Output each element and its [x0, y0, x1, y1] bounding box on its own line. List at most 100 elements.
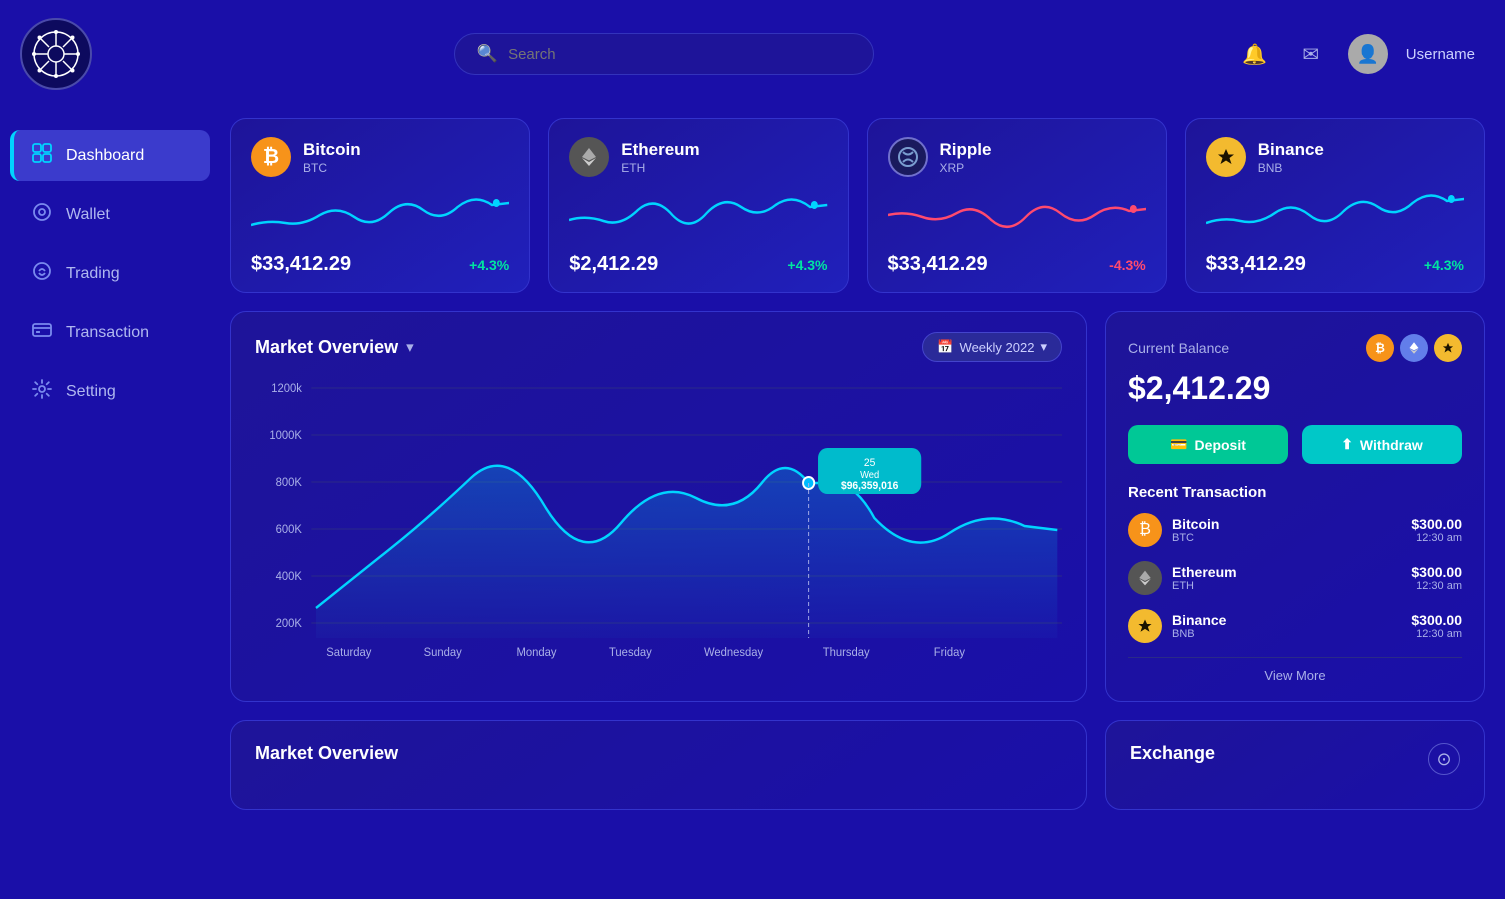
- bottom-row: Market Overview ▾ 📅 Weekly 2022 ▾: [230, 311, 1485, 702]
- eth-chart: [569, 185, 827, 245]
- withdraw-icon: ⬆: [1341, 436, 1353, 453]
- dashboard-icon: [32, 143, 52, 168]
- svg-text:600K: 600K: [276, 523, 303, 536]
- eth-name: Ethereum: [621, 140, 699, 160]
- market-overview-card: Market Overview ▾ 📅 Weekly 2022 ▾: [230, 311, 1087, 702]
- bottom-section: Market Overview Exchange ⊙: [230, 720, 1485, 810]
- sidebar-item-transaction[interactable]: Transaction: [10, 307, 210, 358]
- deposit-button[interactable]: 💳 Deposit: [1128, 425, 1288, 464]
- wallet-icon: [32, 202, 52, 227]
- bnb-change: +4.3%: [1424, 257, 1464, 273]
- eth-logo: [569, 137, 609, 177]
- balance-actions: 💳 Deposit ⬆ Withdraw: [1128, 425, 1462, 464]
- sidebar-transaction-label: Transaction: [66, 324, 149, 342]
- sidebar-item-wallet[interactable]: Wallet: [10, 189, 210, 240]
- deposit-icon: 💳: [1170, 436, 1187, 453]
- chart-area: 1200k 1000K 800K 600K 400K 200K: [255, 378, 1062, 668]
- avatar[interactable]: 👤: [1348, 34, 1388, 74]
- search-icon: 🔍: [477, 44, 498, 64]
- header: 🔍 🔔 ✉ 👤 Username: [0, 0, 1505, 108]
- xrp-logo: [888, 137, 928, 177]
- btc-price: $33,412.29: [251, 253, 351, 276]
- tx-btc-name: Bitcoin: [1172, 516, 1219, 532]
- bnb-name: Binance: [1258, 140, 1324, 160]
- crypto-card-xrp[interactable]: Ripple XRP $33,412.29 -4.3%: [867, 118, 1167, 293]
- svg-text:Wednesday: Wednesday: [704, 646, 763, 659]
- balance-header: Current Balance ₿: [1128, 334, 1462, 362]
- notification-icon[interactable]: 🔔: [1236, 35, 1274, 73]
- tx-eth-name: Ethereum: [1172, 564, 1237, 580]
- period-selector[interactable]: 📅 Weekly 2022 ▾: [922, 332, 1062, 362]
- main-layout: Dashboard Wallet Trading: [0, 108, 1505, 830]
- bnb-symbol: BNB: [1258, 161, 1324, 175]
- svg-text:Saturday: Saturday: [326, 646, 371, 659]
- tx-item-eth[interactable]: Ethereum ETH $300.00 12:30 am: [1128, 561, 1462, 595]
- svg-text:Thursday: Thursday: [823, 646, 870, 659]
- bnb-balance-icon: [1434, 334, 1462, 362]
- tx-eth-symbol: ETH: [1172, 580, 1237, 592]
- calendar-icon: 📅: [937, 339, 953, 355]
- svg-text:25: 25: [864, 457, 876, 469]
- svg-text:Tuesday: Tuesday: [609, 646, 652, 659]
- exchange-title: Exchange: [1130, 743, 1215, 764]
- bnb-chart: [1206, 185, 1464, 245]
- market-overview-dropdown[interactable]: ▾: [406, 338, 414, 356]
- sidebar-wallet-label: Wallet: [66, 206, 110, 224]
- sidebar-dashboard-label: Dashboard: [66, 147, 144, 165]
- transaction-icon: [32, 320, 52, 345]
- bnb-logo: [1206, 137, 1246, 177]
- svg-text:1200k: 1200k: [271, 382, 302, 395]
- eth-price: $2,412.29: [569, 253, 658, 276]
- btc-change: +4.3%: [469, 257, 509, 273]
- balance-coin-icons: ₿: [1366, 334, 1462, 362]
- xrp-chart: [888, 185, 1146, 245]
- chevron-down-icon: ▾: [406, 338, 414, 356]
- eth-balance-icon: [1400, 334, 1428, 362]
- sidebar-setting-label: Setting: [66, 383, 116, 401]
- svg-text:Sunday: Sunday: [424, 646, 462, 659]
- mail-icon[interactable]: ✉: [1292, 35, 1330, 73]
- sidebar-trading-label: Trading: [66, 265, 120, 283]
- balance-card: Current Balance ₿ $2,412.29 💳: [1105, 311, 1485, 702]
- tx-bnb-symbol: BNB: [1172, 628, 1226, 640]
- sidebar-item-dashboard[interactable]: Dashboard: [10, 130, 210, 181]
- crypto-cards: ₿ Bitcoin BTC: [230, 118, 1485, 293]
- period-chevron: ▾: [1040, 339, 1047, 355]
- period-label: Weekly 2022: [960, 340, 1035, 355]
- svg-text:800K: 800K: [276, 476, 303, 489]
- tx-btc-logo: ₿: [1128, 513, 1162, 547]
- sidebar-item-trading[interactable]: Trading: [10, 248, 210, 299]
- view-more-button[interactable]: View More: [1128, 657, 1462, 683]
- tx-item-btc[interactable]: ₿ Bitcoin BTC $300.00 12:30 am: [1128, 513, 1462, 547]
- btc-name: Bitcoin: [303, 140, 361, 160]
- search-bar[interactable]: 🔍: [454, 33, 874, 75]
- setting-icon: [32, 379, 52, 404]
- recent-tx-label: Recent Transaction: [1128, 484, 1462, 501]
- balance-label: Current Balance: [1128, 340, 1229, 356]
- crypto-card-eth[interactable]: Ethereum ETH $2,412.29 +4.3%: [548, 118, 848, 293]
- tx-item-bnb[interactable]: Binance BNB $300.00 12:30 am: [1128, 609, 1462, 643]
- xrp-change: -4.3%: [1109, 257, 1146, 273]
- crypto-card-btc[interactable]: ₿ Bitcoin BTC: [230, 118, 530, 293]
- market-overview-header: Market Overview ▾ 📅 Weekly 2022 ▾: [255, 332, 1062, 362]
- search-input[interactable]: [508, 46, 851, 63]
- btc-balance-icon: ₿: [1366, 334, 1394, 362]
- btc-symbol: BTC: [303, 161, 361, 175]
- eth-symbol: ETH: [621, 161, 699, 175]
- tx-eth-amount: $300.00: [1411, 564, 1462, 580]
- svg-text:Monday: Monday: [516, 646, 556, 659]
- tx-btc-amount: $300.00: [1411, 516, 1462, 532]
- market-chart-svg: 1200k 1000K 800K 600K 400K 200K: [255, 378, 1062, 668]
- sidebar-item-setting[interactable]: Setting: [10, 366, 210, 417]
- exchange-arrow-icon[interactable]: ⊙: [1428, 743, 1460, 775]
- tx-eth-logo: [1128, 561, 1162, 595]
- svg-text:200K: 200K: [276, 617, 303, 630]
- logo[interactable]: [20, 18, 92, 90]
- svg-text:1000K: 1000K: [269, 429, 302, 442]
- sidebar: Dashboard Wallet Trading: [0, 108, 220, 830]
- withdraw-button[interactable]: ⬆ Withdraw: [1302, 425, 1462, 464]
- bottom-market-title: Market Overview: [255, 743, 1062, 764]
- btc-logo: ₿: [251, 137, 291, 177]
- header-right: 🔔 ✉ 👤 Username: [1236, 34, 1475, 74]
- crypto-card-bnb[interactable]: Binance BNB $33,412.29 +4.3%: [1185, 118, 1485, 293]
